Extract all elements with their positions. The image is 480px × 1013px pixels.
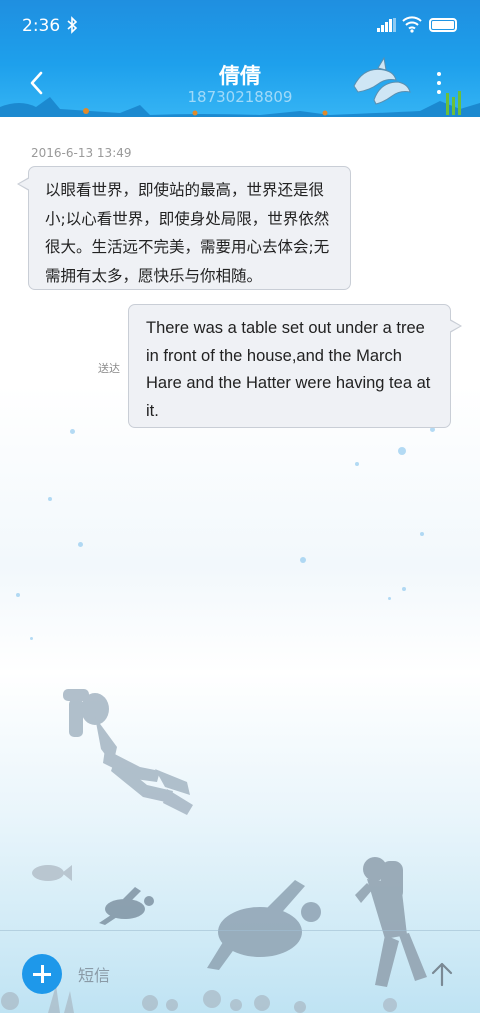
diver-silhouette <box>63 689 193 815</box>
message-composer <box>0 930 480 1013</box>
signal-icon <box>377 18 397 32</box>
message-text: There was a table set out under a tree i… <box>146 319 431 420</box>
status-bar: 2:36 <box>0 0 480 50</box>
battery-icon <box>429 18 457 32</box>
arrow-up-icon[interactable] <box>430 961 454 987</box>
delivery-status: 送达 <box>98 362 120 375</box>
wifi-icon <box>402 15 422 38</box>
message-text: 以眼看世界，即使站的最高，世界还是很小;以心看世界，即使身处局限，世界依然很大。… <box>45 181 330 285</box>
bluetooth-icon <box>66 16 78 38</box>
turtle-silhouette <box>99 887 154 925</box>
app-header: 2:36 倩倩 18730218809 <box>0 0 480 117</box>
more-vertical-icon[interactable] <box>436 72 442 96</box>
contact-phone: 18730218809 <box>187 88 293 106</box>
incoming-message-bubble[interactable]: 以眼看世界，即使站的最高，世界还是很小;以心看世界，即使身处局限，世界依然很大。… <box>17 166 351 290</box>
message-input[interactable] <box>78 959 408 991</box>
status-time: 2:36 <box>22 16 61 36</box>
plus-icon[interactable] <box>22 954 62 994</box>
contact-name: 倩倩 <box>219 64 261 88</box>
message-timestamp: 2016-6-13 13:49 <box>31 146 132 160</box>
fish-silhouette <box>32 865 72 881</box>
outgoing-message-bubble[interactable]: There was a table set out under a tree i… <box>128 304 462 428</box>
